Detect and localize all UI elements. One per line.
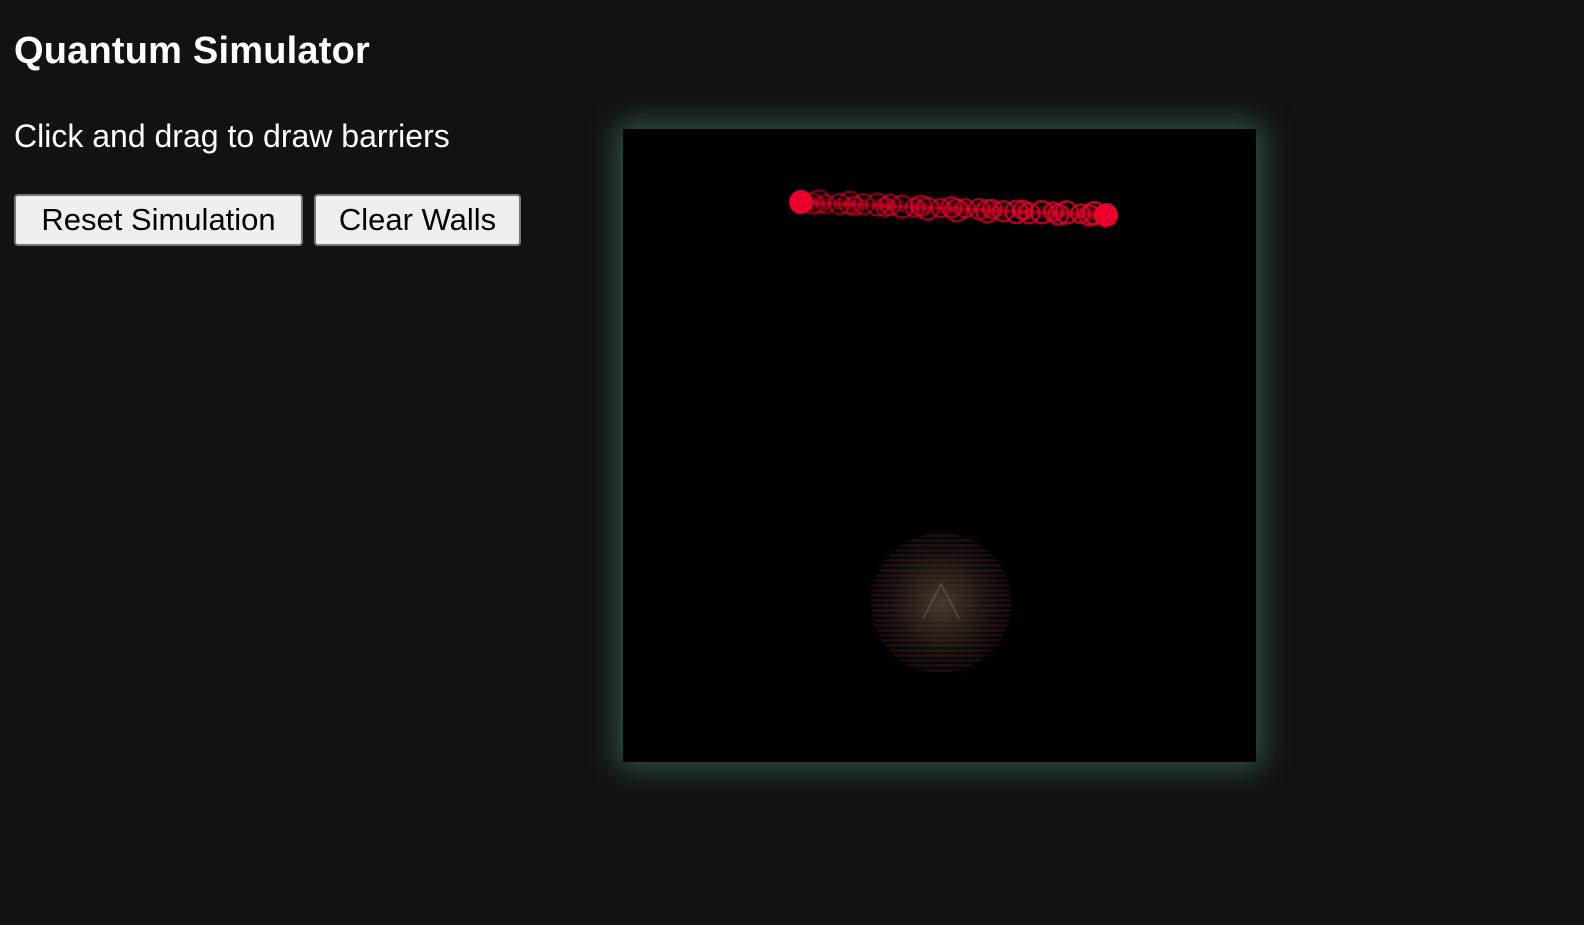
simulation-canvas[interactable]: [623, 129, 1256, 762]
controls-toolbar: Reset Simulation Clear Walls: [14, 194, 521, 246]
page-title: Quantum Simulator: [14, 30, 370, 72]
clear-walls-button[interactable]: Clear Walls: [314, 194, 521, 246]
wavefunction-blob: [863, 525, 1019, 681]
reset-simulation-button[interactable]: Reset Simulation: [14, 194, 303, 246]
trail-start: [789, 190, 813, 214]
particle-trail: [789, 189, 1115, 227]
simulation-svg: [789, 189, 1118, 681]
particle: [1094, 203, 1118, 227]
instructions-text: Click and drag to draw barriers: [14, 118, 450, 154]
